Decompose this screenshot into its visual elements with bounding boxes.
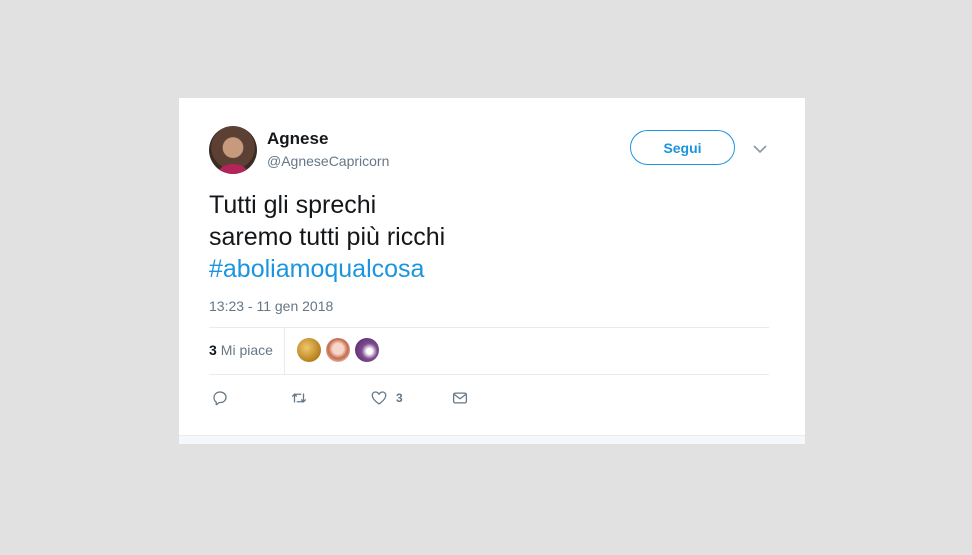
liker-avatar[interactable] xyxy=(326,338,350,362)
liker-avatar[interactable] xyxy=(297,338,321,362)
avatar[interactable] xyxy=(209,126,257,174)
divider xyxy=(284,327,285,374)
retweet-icon xyxy=(291,393,307,403)
like-count: 3 xyxy=(396,391,403,405)
card-footer xyxy=(179,435,805,444)
chevron-down-icon[interactable] xyxy=(751,140,769,158)
envelope-icon xyxy=(452,392,468,404)
tweet-line: Tutti gli sprechi xyxy=(209,191,377,219)
divider xyxy=(209,374,769,375)
tweet-text: Tutti gli sprechi saremo tutti più ricch… xyxy=(209,189,445,285)
divider xyxy=(209,327,769,328)
reply-button[interactable] xyxy=(211,386,229,410)
likes-count: 3 xyxy=(209,342,217,358)
author-name[interactable]: Agnese xyxy=(267,129,328,149)
direct-message-button[interactable] xyxy=(451,386,469,410)
reply-icon xyxy=(213,391,227,406)
follow-button[interactable]: Segui xyxy=(630,130,735,165)
likers-list xyxy=(297,338,379,362)
liker-avatar[interactable] xyxy=(355,338,379,362)
tweet-timestamp[interactable]: 13:23 - 11 gen 2018 xyxy=(209,298,333,314)
author-handle[interactable]: @AgneseCapricorn xyxy=(267,153,389,169)
tweet-line: saremo tutti più ricchi xyxy=(209,223,446,251)
tweet-card: Agnese @AgneseCapricorn Segui Tutti gli … xyxy=(179,98,805,444)
heart-icon xyxy=(371,391,387,405)
hashtag-link[interactable]: #aboliamoqualcosa xyxy=(209,253,445,285)
likes-stat[interactable]: 3 Mi piace xyxy=(209,342,273,358)
likes-label: Mi piace xyxy=(220,342,273,358)
like-button[interactable]: 3 xyxy=(370,386,403,410)
retweet-button[interactable] xyxy=(290,386,308,410)
